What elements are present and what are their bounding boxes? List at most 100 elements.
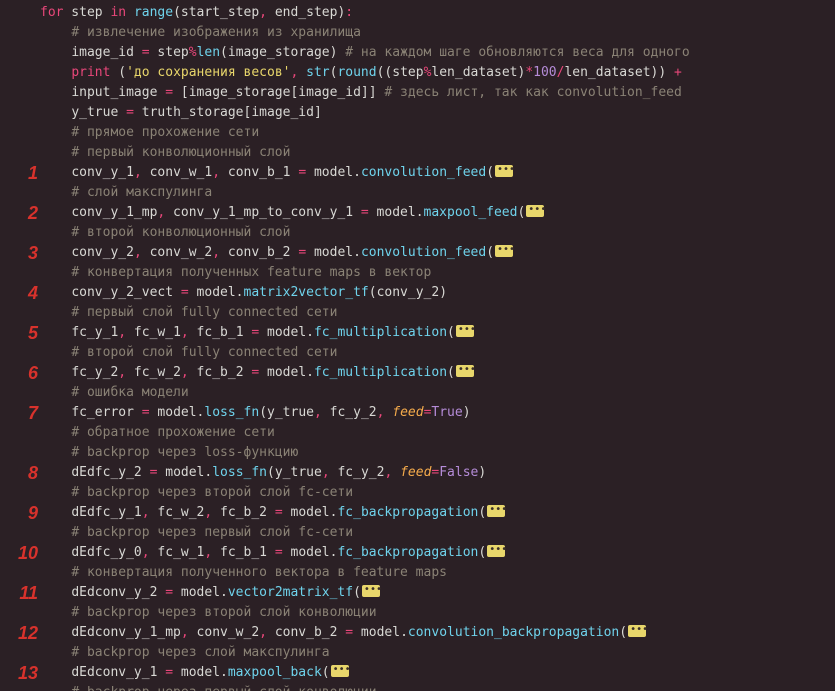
fold-marker-icon[interactable] bbox=[456, 325, 474, 337]
token-name: conv_y_1_mp bbox=[71, 205, 157, 220]
annotation-number: 9 bbox=[0, 504, 40, 522]
code-line: 3 conv_y_2, conv_w_2, conv_b_2 = model.c… bbox=[0, 244, 835, 264]
token-name: len_dataset)) bbox=[564, 65, 674, 80]
code-text: conv_y_2_vect = model.matrix2vector_tf(c… bbox=[40, 284, 835, 302]
code-line: # прямое прохожение сети bbox=[0, 124, 835, 144]
code-text: y_true = truth_storage[image_id] bbox=[40, 104, 835, 122]
fold-marker-icon[interactable] bbox=[362, 585, 380, 597]
token-name: len_dataset) bbox=[431, 65, 525, 80]
token-name: model. bbox=[259, 325, 314, 340]
code-text: dEdconv_y_2 = model.vector2matrix_tf( bbox=[40, 584, 835, 602]
token-cmt: # первый конволюционный слой bbox=[71, 145, 290, 160]
fold-marker-icon[interactable] bbox=[331, 665, 349, 677]
code-text: # конвертация полученных feature maps в … bbox=[40, 264, 835, 282]
code-text: # backprop через loss-функцию bbox=[40, 444, 835, 462]
code-text: dEdconv_y_1_mp, conv_w_2, conv_b_2 = mod… bbox=[40, 624, 835, 642]
token-str: 'до сохранения весов' bbox=[126, 65, 290, 80]
code-text: # извлечение изображения из хранилища bbox=[40, 24, 835, 42]
code-line: # первый слой fully connected сети bbox=[0, 304, 835, 324]
token-op: = bbox=[361, 205, 369, 220]
token-name: (image_storage) bbox=[220, 45, 345, 60]
token-fn: loss_fn bbox=[204, 405, 259, 420]
token-name: step bbox=[150, 45, 189, 60]
token-name: conv_w_2 bbox=[142, 245, 212, 260]
token-op: , bbox=[212, 245, 220, 260]
token-op: = bbox=[251, 365, 259, 380]
token-op: , bbox=[142, 545, 150, 560]
code-text: # второй слой fully connected сети bbox=[40, 344, 835, 362]
code-text: print ('до сохранения весов', str(round(… bbox=[40, 64, 835, 82]
token-fn: round bbox=[337, 65, 376, 80]
token-name: fc_y_1 bbox=[71, 325, 118, 340]
token-op: , bbox=[181, 325, 189, 340]
code-line: # обратное прохожение сети bbox=[0, 424, 835, 444]
annotation-number: 11 bbox=[0, 584, 40, 602]
token-fn: fc_backpropagation bbox=[337, 505, 478, 520]
token-kw: print bbox=[71, 65, 110, 80]
token-name: dEdconv_y_1_mp bbox=[71, 625, 181, 640]
code-line: # второй конволюционный слой bbox=[0, 224, 835, 244]
token-op: , bbox=[142, 505, 150, 520]
code-line: # слой макспулинга bbox=[0, 184, 835, 204]
code-text: # backprop через слой макспулинга bbox=[40, 644, 835, 662]
token-op: = bbox=[298, 165, 306, 180]
code-line: 7 fc_error = model.loss_fn(y_true, fc_y_… bbox=[0, 404, 835, 424]
token-cmt: # ошибка модели bbox=[71, 385, 188, 400]
code-text: for step in range(start_step, end_step): bbox=[40, 4, 835, 22]
code-text: # прямое прохожение сети bbox=[40, 124, 835, 142]
token-name bbox=[298, 65, 306, 80]
fold-marker-icon[interactable] bbox=[487, 505, 505, 517]
token-op: + bbox=[674, 65, 682, 80]
code-line: # второй слой fully connected сети bbox=[0, 344, 835, 364]
fold-marker-icon[interactable] bbox=[526, 205, 544, 217]
fold-marker-icon[interactable] bbox=[487, 545, 505, 557]
token-name: model. bbox=[283, 545, 338, 560]
token-fn: fc_backpropagation bbox=[337, 545, 478, 560]
token-op: = bbox=[165, 85, 173, 100]
code-text: # backprop через первый слой конволюции bbox=[40, 684, 835, 691]
code-text: conv_y_1, conv_w_1, conv_b_1 = model.con… bbox=[40, 164, 835, 182]
code-line: 13 dEdconv_y_1 = model.maxpool_back( bbox=[0, 664, 835, 684]
token-name: model. bbox=[283, 505, 338, 520]
annotation-number: 1 bbox=[0, 164, 40, 182]
annotation-number: 3 bbox=[0, 244, 40, 262]
code-text: dEdfc_y_0, fc_w_1, fc_b_1 = model.fc_bac… bbox=[40, 544, 835, 562]
code-text: # конвертация полученного вектора в feat… bbox=[40, 564, 835, 582]
token-name: ( bbox=[486, 165, 494, 180]
token-fn: convolution_backpropagation bbox=[408, 625, 619, 640]
token-op: = bbox=[142, 405, 150, 420]
token-arg: feed bbox=[392, 405, 423, 420]
code-text: input_image = [image_storage[image_id]] … bbox=[40, 84, 835, 102]
token-name: conv_w_2 bbox=[189, 625, 259, 640]
token-fn: matrix2vector_tf bbox=[244, 285, 369, 300]
token-name: dEdfc_y_1 bbox=[71, 505, 141, 520]
token-name: y_true bbox=[71, 105, 126, 120]
token-name: ) bbox=[478, 465, 486, 480]
token-name: dEdconv_y_2 bbox=[71, 585, 165, 600]
code-line: 8 dEdfc_y_2 = model.loss_fn(y_true, fc_y… bbox=[0, 464, 835, 484]
token-name: fc_error bbox=[71, 405, 141, 420]
code-line: # конвертация полученного вектора в feat… bbox=[0, 564, 835, 584]
code-line: 11 dEdconv_y_2 = model.vector2matrix_tf( bbox=[0, 584, 835, 604]
token-fn: vector2matrix_tf bbox=[228, 585, 353, 600]
token-name: dEdfc_y_0 bbox=[71, 545, 141, 560]
token-fn: range bbox=[134, 5, 173, 20]
fold-marker-icon[interactable] bbox=[456, 365, 474, 377]
fold-marker-icon[interactable] bbox=[495, 245, 513, 257]
token-op: = bbox=[142, 45, 150, 60]
token-name: fc_w_1 bbox=[150, 545, 205, 560]
token-cmt: # backprop через первый слой конволюции bbox=[71, 685, 376, 691]
fold-marker-icon[interactable] bbox=[495, 165, 513, 177]
token-cmt: # слой макспулинга bbox=[71, 185, 212, 200]
code-line: 12 dEdconv_y_1_mp, conv_w_2, conv_b_2 = … bbox=[0, 624, 835, 644]
token-cmt: # обратное прохожение сети bbox=[71, 425, 275, 440]
fold-marker-icon[interactable] bbox=[628, 625, 646, 637]
code-line: # извлечение изображения из хранилища bbox=[0, 24, 835, 44]
token-name: model. bbox=[173, 585, 228, 600]
token-name: (y_true bbox=[267, 465, 322, 480]
token-cmt: # второй слой fully connected сети bbox=[71, 345, 337, 360]
code-line: input_image = [image_storage[image_id]] … bbox=[0, 84, 835, 104]
code-line: 2 conv_y_1_mp, conv_y_1_mp_to_conv_y_1 =… bbox=[0, 204, 835, 224]
token-name: fc_w_1 bbox=[126, 325, 181, 340]
token-name: end_step) bbox=[267, 5, 345, 20]
